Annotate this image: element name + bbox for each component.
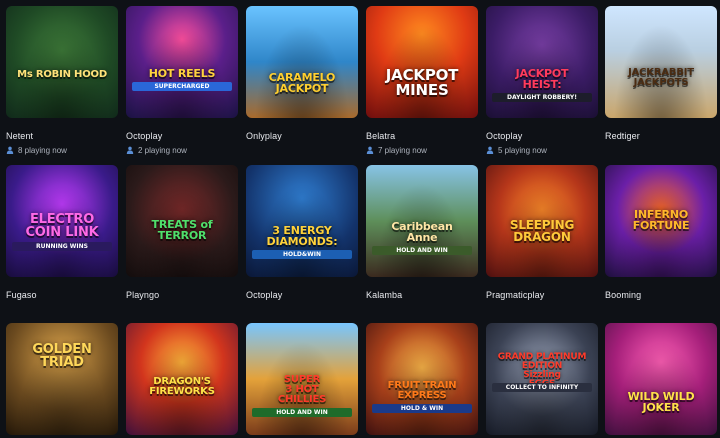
- game-logo-text: CARAMELO JACKPOT: [268, 71, 336, 95]
- game-card[interactable]: ELECTRO COIN LINK RUNNING WINS Fugaso: [6, 165, 118, 301]
- game-card[interactable]: 3 ENERGY DIAMONDS: HOLD&WIN Octoplay: [246, 165, 358, 301]
- game-thumbnail[interactable]: GRAND PLATINUM EDITION Sizzling EGGSCOLL…: [486, 323, 598, 435]
- game-logo-subtitle: COLLECT TO INFINITY: [492, 383, 592, 392]
- provider-name: Netent: [6, 131, 34, 141]
- game-thumbnail[interactable]: SUPER 3 HOT CHILLIES HOLD AND WIN: [246, 323, 358, 435]
- game-logo-text: SUPER 3 HOT CHILLIES: [277, 374, 327, 405]
- game-logo-subtitle: HOLD&WIN: [252, 250, 352, 259]
- game-logo-subtitle: HOLD AND WIN: [252, 408, 352, 417]
- game-thumbnail[interactable]: JACKPOT MINES: [366, 6, 478, 118]
- provider-name: Kalamba: [366, 290, 403, 300]
- game-logo-text: GOLDEN TRIAD: [32, 342, 92, 370]
- game-logo-text: Ms ROBIN HOOD: [17, 69, 107, 80]
- players-count: 2 playing now: [126, 145, 238, 155]
- game-thumbnail[interactable]: TREATS of TERROR: [126, 165, 238, 277]
- provider-name: Octoplay: [126, 131, 163, 141]
- players-count-text: 5 playing now: [498, 145, 547, 155]
- provider-name: Octoplay: [246, 290, 283, 300]
- game-thumbnail[interactable]: WILD WILD JOKER: [605, 323, 717, 435]
- provider-name: Booming: [605, 290, 642, 300]
- game-logo-subtitle: HOLD & WIN: [372, 404, 472, 413]
- thumbnail-artwork: [366, 6, 478, 118]
- players-count: 8 playing now: [6, 145, 118, 155]
- game-card[interactable]: FRUIT TRAIN EXPRESS HOLD & WIN: [366, 323, 478, 435]
- game-thumbnail[interactable]: SLEEPING DRAGON: [486, 165, 598, 277]
- game-thumbnail[interactable]: Caribbean Anne HOLD AND WIN: [366, 165, 478, 277]
- provider-name: Redtiger: [605, 131, 640, 141]
- game-grid: Ms ROBIN HOOD Netent 8 playing now HOT REEL…: [0, 0, 720, 438]
- game-logo-text: FRUIT TRAIN EXPRESS: [387, 380, 457, 401]
- game-thumbnail[interactable]: FRUIT TRAIN EXPRESS HOLD & WIN: [366, 323, 478, 435]
- thumbnail-artwork: [246, 165, 358, 277]
- provider-name: Playngo: [126, 290, 160, 300]
- game-card[interactable]: CARAMELO JACKPOT Onlyplay: [246, 6, 358, 142]
- game-thumbnail[interactable]: HOT REELS SUPERCHARGED: [126, 6, 238, 118]
- players-count-text: 7 playing now: [378, 145, 427, 155]
- thumbnail-artwork: [126, 6, 238, 118]
- game-card[interactable]: WILD WILD JOKER: [605, 323, 717, 435]
- thumbnail-artwork: [6, 323, 118, 435]
- provider-name: Fugaso: [6, 290, 37, 300]
- game-logo-subtitle: SUPERCHARGED: [132, 82, 232, 91]
- players-count-text: 2 playing now: [138, 145, 187, 155]
- thumbnail-artwork: [6, 6, 118, 118]
- user-icon: [366, 146, 374, 154]
- game-thumbnail[interactable]: 3 ENERGY DIAMONDS: HOLD&WIN: [246, 165, 358, 277]
- players-count-text: 8 playing now: [18, 145, 67, 155]
- players-count: 7 playing now: [366, 145, 478, 155]
- game-card[interactable]: Caribbean Anne HOLD AND WIN Kalamba: [366, 165, 478, 301]
- provider-name: Belatra: [366, 131, 396, 141]
- game-card[interactable]: JACKPOT MINES Belatra 7 playing now: [366, 6, 478, 155]
- game-card[interactable]: DRAGON'S FIREWORKS: [126, 323, 238, 435]
- game-logo-text: JACKPOT HEIST:: [515, 67, 569, 91]
- game-card[interactable]: TREATS of TERROR Playngo: [126, 165, 238, 301]
- players-count: 5 playing now: [486, 145, 598, 155]
- game-logo-subtitle: HOLD AND WIN: [372, 246, 472, 255]
- game-thumbnail[interactable]: DRAGON'S FIREWORKS: [126, 323, 238, 435]
- user-icon: [6, 146, 14, 154]
- game-card[interactable]: HOT REELS SUPERCHARGED Octoplay 2 playing n…: [126, 6, 238, 155]
- game-logo-text: HOT REELS: [148, 67, 216, 80]
- game-card[interactable]: SUPER 3 HOT CHILLIES HOLD AND WIN: [246, 323, 358, 435]
- game-logo-text: ELECTRO COIN LINK: [25, 212, 99, 240]
- game-logo-text: JACKRABBIT JACKPOTS: [628, 67, 694, 88]
- game-logo-text: SLEEPING DRAGON: [509, 218, 575, 244]
- provider-name: Onlyplay: [246, 131, 282, 141]
- game-logo-text: JACKPOT MINES: [385, 66, 459, 99]
- user-icon: [126, 146, 134, 154]
- game-thumbnail[interactable]: JACKRABBIT JACKPOTS: [605, 6, 717, 118]
- provider-name: Octoplay: [486, 131, 523, 141]
- game-logo-text: INFERNO FORTUNE: [632, 208, 690, 232]
- thumbnail-artwork: [366, 323, 478, 435]
- thumbnail-artwork: [605, 6, 717, 118]
- game-thumbnail[interactable]: ELECTRO COIN LINK RUNNING WINS: [6, 165, 118, 277]
- game-logo-text: Caribbean Anne: [391, 220, 453, 244]
- game-logo-text: TREATS of TERROR: [151, 218, 213, 242]
- thumbnail-artwork: [605, 323, 717, 435]
- game-card[interactable]: SLEEPING DRAGON Pragmaticplay: [486, 165, 598, 301]
- game-thumbnail[interactable]: INFERNO FORTUNE: [605, 165, 717, 277]
- game-card[interactable]: GOLDEN TRIAD: [6, 323, 118, 435]
- game-thumbnail[interactable]: CARAMELO JACKPOT: [246, 6, 358, 118]
- game-thumbnail[interactable]: Ms ROBIN HOOD: [6, 6, 118, 118]
- game-card[interactable]: INFERNO FORTUNE Booming: [605, 165, 717, 301]
- game-thumbnail[interactable]: JACKPOT HEIST: DAYLIGHT ROBBERY!: [486, 6, 598, 118]
- game-logo-subtitle: RUNNING WINS: [12, 242, 112, 251]
- game-thumbnail[interactable]: GOLDEN TRIAD: [6, 323, 118, 435]
- game-logo-text: 3 ENERGY DIAMONDS:: [266, 224, 338, 248]
- game-logo-text: DRAGON'S FIREWORKS: [149, 376, 215, 397]
- game-card[interactable]: Ms ROBIN HOOD Netent 8 playing now: [6, 6, 118, 155]
- game-logo-subtitle: DAYLIGHT ROBBERY!: [492, 93, 592, 102]
- game-logo-text: WILD WILD JOKER: [627, 390, 695, 414]
- thumbnail-artwork: [246, 6, 358, 118]
- game-card[interactable]: JACKRABBIT JACKPOTS Redtiger: [605, 6, 717, 142]
- game-card[interactable]: GRAND PLATINUM EDITION Sizzling EGGSCOLL…: [486, 323, 598, 435]
- game-card[interactable]: JACKPOT HEIST: DAYLIGHT ROBBERY! Octoplay 5…: [486, 6, 598, 155]
- user-icon: [486, 146, 494, 154]
- provider-name: Pragmaticplay: [486, 290, 545, 300]
